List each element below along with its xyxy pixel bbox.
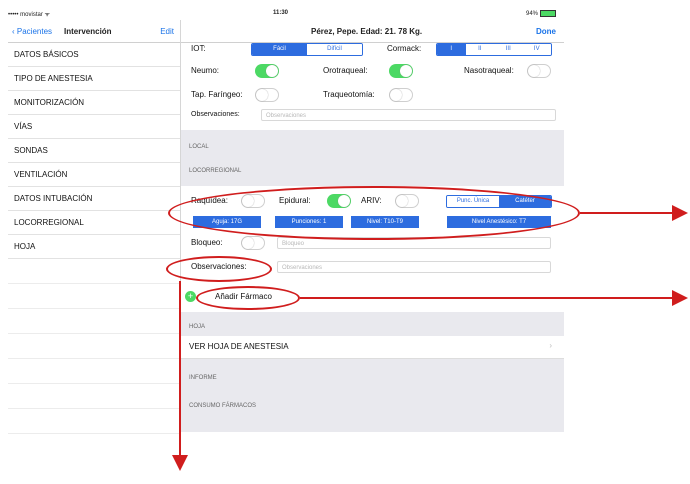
sidebar-nav-bar: ‹ Pacientes Intervención Edit — [8, 20, 180, 43]
annotation-ellipse-locorregional — [168, 186, 580, 240]
section-hoja-header: HOJA — [189, 324, 206, 330]
iot-label: IOT: — [191, 44, 206, 53]
sidebar-item-datos-intubacion[interactable]: DATOS INTUBACIÓN — [8, 187, 180, 211]
iot-segmented[interactable]: Fácil Difícil — [251, 43, 363, 56]
carrier-label: ••••• movistar ᯤ — [8, 12, 50, 18]
list-item — [8, 359, 180, 384]
sidebar: ‹ Pacientes Intervención Edit DATOS BÁSI… — [8, 20, 181, 434]
neumo-toggle[interactable] — [255, 64, 279, 78]
observaciones-field[interactable]: Observaciones — [261, 109, 556, 121]
done-button[interactable]: Done — [536, 27, 556, 36]
toggle-knob — [528, 65, 540, 77]
ver-hoja-label[interactable]: VER HOJA DE ANESTESIA — [189, 342, 289, 351]
traqueotomia-label: Traqueotomía: — [323, 90, 375, 99]
cormack-label: Cormack: — [387, 44, 422, 53]
bloqueo-toggle[interactable] — [241, 236, 265, 250]
nasotraqueal-toggle[interactable] — [527, 64, 551, 78]
clock: 11:30 — [273, 10, 289, 16]
toggle-knob — [400, 65, 412, 77]
annotation-arrow-line-2 — [300, 297, 678, 299]
annotation-arrowhead-2 — [672, 290, 688, 306]
annotation-arrowhead-down — [172, 455, 188, 471]
sidebar-item-datos-basicos[interactable]: DATOS BÁSICOS — [8, 43, 180, 67]
edit-button[interactable]: Edit — [160, 27, 174, 36]
sidebar-item-vias[interactable]: VÍAS — [8, 115, 180, 139]
plus-icon[interactable]: + — [185, 291, 196, 302]
list-item — [8, 284, 180, 309]
section-local-locorregional: LOCAL LOCORREGIONAL — [181, 130, 564, 186]
tap-faringeo-label: Tap. Faríngeo: — [191, 90, 243, 99]
list-item — [8, 384, 180, 409]
sidebar-item-sondas[interactable]: SONDAS — [8, 139, 180, 163]
neumo-row: Neumo: Orotraqueal: Nasotraqueal: — [181, 62, 564, 80]
toggle-knob — [242, 237, 254, 249]
toggle-knob — [266, 65, 278, 77]
observaciones-row: Observaciones: Observaciones — [181, 108, 564, 124]
list-item — [8, 409, 180, 434]
iot-option-dificil[interactable]: Difícil — [307, 44, 362, 55]
list-item — [8, 309, 180, 334]
iot-row: IOT: Fácil Difícil Cormack: I II III IV — [181, 42, 564, 56]
cormack-segmented[interactable]: I II III IV — [436, 43, 552, 56]
cormack-option-4[interactable]: IV — [522, 44, 551, 55]
toggle-knob — [256, 89, 268, 101]
annotation-arrow-line-1 — [580, 212, 676, 214]
chevron-right-icon: › — [549, 341, 552, 350]
annotation-ellipse-add-drug — [196, 286, 300, 310]
toggle-knob — [390, 89, 402, 101]
section-consumo-header: CONSUMO FÁRMACOS — [189, 403, 257, 409]
section-informe-consumo: INFORME CONSUMO FÁRMACOS — [181, 359, 564, 432]
ver-hoja-row[interactable]: VER HOJA DE ANESTESIA › — [181, 336, 564, 359]
list-item — [8, 259, 180, 284]
detail-nav-bar: Pérez, Pepe. Edad: 21. 78 Kg. Done — [181, 20, 564, 43]
sidebar-item-hoja[interactable]: HOJA — [8, 235, 180, 259]
cormack-option-2[interactable]: II — [465, 44, 494, 55]
traqueotomia-toggle[interactable] — [389, 88, 413, 102]
back-button[interactable]: ‹ Pacientes — [12, 27, 52, 36]
sidebar-item-monitorizacion[interactable]: MONITORIZACIÓN — [8, 91, 180, 115]
observaciones-label: Observaciones: — [191, 111, 240, 118]
observaciones-locorregional-field[interactable]: Observaciones — [277, 261, 551, 273]
patient-title: Pérez, Pepe. Edad: 21. 78 Kg. — [311, 27, 423, 36]
cormack-option-1[interactable]: I — [437, 44, 466, 55]
section-locorregional-header: LOCORREGIONAL — [189, 168, 242, 174]
sidebar-item-ventilacion[interactable]: VENTILACIÓN — [8, 163, 180, 187]
cormack-option-3[interactable]: III — [494, 44, 523, 55]
bloqueo-label: Bloqueo: — [191, 238, 223, 247]
nasotraqueal-label: Nasotraqueal: — [464, 66, 514, 75]
annotation-arrowhead-1 — [672, 205, 688, 221]
section-local-header: LOCAL — [189, 144, 209, 150]
list-item — [8, 334, 180, 359]
sidebar-title: Intervención — [64, 27, 112, 36]
battery-indicator: 94% — [526, 10, 556, 17]
sidebar-item-tipo-anestesia[interactable]: TIPO DE ANESTESIA — [8, 67, 180, 91]
iot-option-facil[interactable]: Fácil — [252, 44, 307, 55]
battery-icon — [540, 10, 556, 17]
orotraqueal-label: Orotraqueal: — [323, 66, 368, 75]
neumo-label: Neumo: — [191, 66, 220, 75]
annotation-ellipse-observaciones — [166, 256, 272, 282]
annotation-arrow-line-down — [179, 281, 181, 457]
section-informe-header: INFORME — [189, 375, 217, 381]
sidebar-item-locorregional[interactable]: LOCORREGIONAL — [8, 211, 180, 235]
section-hoja: HOJA — [181, 312, 564, 336]
battery-percent: 94% — [525, 11, 538, 18]
tap-faringeo-toggle[interactable] — [255, 88, 279, 102]
tap-row: Tap. Faríngeo: Traqueotomía: — [181, 86, 564, 104]
status-bar: ••••• movistar ᯤ 11:30 94% — [8, 8, 564, 20]
orotraqueal-toggle[interactable] — [389, 64, 413, 78]
